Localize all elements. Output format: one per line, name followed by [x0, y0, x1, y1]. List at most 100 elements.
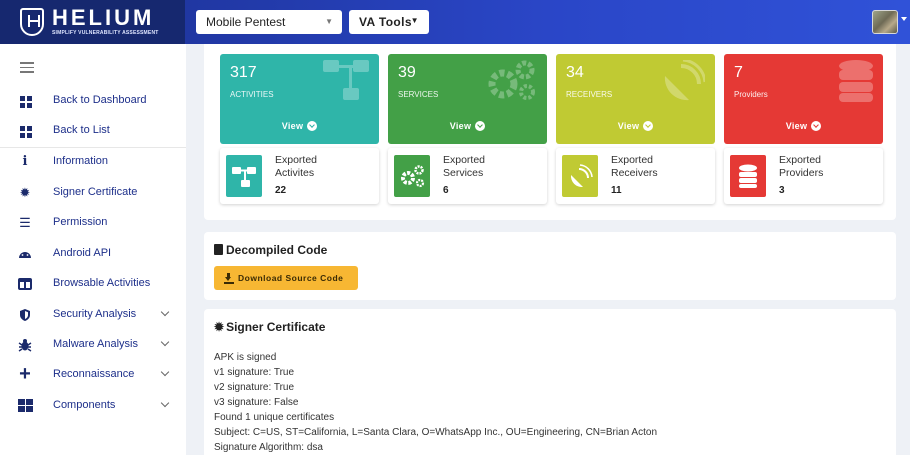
certificate-icon: ✹	[19, 185, 31, 200]
download-source-code-button[interactable]: Download Source Code	[214, 266, 358, 290]
sidebar-item-permission[interactable]: ☰ Permission	[0, 208, 186, 238]
hamburger-menu-icon[interactable]	[20, 62, 34, 76]
sidebar-item-browsable-activities[interactable]: Browsable Activities	[0, 269, 186, 299]
services-view-button[interactable]: View	[388, 121, 547, 131]
brand-logo[interactable]: HELIUM SIMPLIFY VULNERABILITY ASSESSMENT	[0, 0, 185, 44]
sidebar-item-label: Components	[53, 399, 116, 411]
brand-name: HELIUM	[52, 5, 155, 30]
activities-view-button[interactable]: View	[220, 121, 379, 131]
exported-kind: Services	[443, 167, 484, 179]
chevron-down-icon[interactable]	[160, 337, 170, 347]
database-icon	[839, 60, 873, 102]
caret-down-icon: ▼	[410, 16, 419, 25]
providers-caption: Providers	[734, 90, 768, 99]
sidebar-item-signer-certificate[interactable]: ✹ Signer Certificate	[0, 178, 186, 208]
exported-kind: Providers	[779, 167, 824, 179]
services-count: 39	[398, 64, 416, 81]
sidebar-item-label: Malware Analysis	[53, 338, 138, 350]
exported-label: Exported	[779, 154, 822, 166]
permission-list-icon: ☰	[19, 215, 31, 230]
exported-kind: Activites	[275, 167, 315, 179]
cert-line: Subject: C=US, ST=California, L=Santa Cl…	[214, 427, 658, 438]
chevron-down-icon[interactable]	[160, 398, 170, 408]
activities-stat-card: 317 ACTIVITIES View	[220, 54, 379, 144]
project-select[interactable]: Mobile Pentest ▼	[196, 10, 342, 34]
sidebar-item-components[interactable]: Components	[0, 391, 186, 421]
download-button-label: Download Source Code	[238, 273, 344, 283]
view-label: View	[785, 121, 808, 131]
exported-activities-text: Exported Activites	[275, 154, 317, 180]
chevron-circle-down-icon	[307, 121, 318, 131]
top-navbar: HELIUM SIMPLIFY VULNERABILITY ASSESSMENT…	[0, 0, 910, 44]
services-stat-card: 39 SERVICES View	[388, 54, 547, 144]
activities-caption: ACTIVITIES	[230, 90, 274, 99]
sidebar-item-label: Security Analysis	[53, 308, 137, 320]
decompiled-code-title: Decompiled Code	[226, 243, 328, 257]
exported-receivers-text: Exported Receivers	[611, 154, 658, 180]
providers-stat-card: 7 Providers View	[724, 54, 883, 144]
sidebar-item-label: Android API	[53, 247, 112, 259]
exported-activities-count: 22	[275, 185, 287, 196]
dashboard-icon	[18, 94, 32, 108]
chevron-down-icon[interactable]	[160, 367, 170, 377]
sidebar-item-label: Information	[53, 155, 109, 167]
signer-certificate-panel: ✹ Signer Certificate APK is signed v1 sig…	[204, 309, 896, 455]
sidebar-item-reconnaissance[interactable]: + Reconnaissance	[0, 360, 186, 390]
cert-line: APK is signed	[214, 352, 277, 363]
sidebar-item-back-to-dashboard[interactable]: Back to Dashboard	[0, 86, 186, 116]
sidebar-item-back-to-list[interactable]: Back to List	[0, 116, 186, 146]
code-file-icon	[214, 244, 223, 255]
view-label: View	[449, 121, 472, 131]
helium-shield-icon	[20, 8, 44, 36]
browser-window-icon	[18, 277, 32, 291]
exported-providers-card: Exported Providers 3	[724, 148, 883, 204]
exported-activities-card: Exported Activites 22	[220, 148, 379, 204]
sidebar-item-label: Back to List	[53, 124, 110, 136]
exported-label: Exported	[275, 154, 318, 166]
sidebar-item-security-analysis[interactable]: Security Analysis	[0, 300, 186, 330]
cert-line: v2 signature: True	[214, 382, 295, 393]
component-stats-panel: 317 ACTIVITIES View 39 SERVICES View 34 …	[204, 44, 896, 220]
exported-services-card: Exported Services 6	[388, 148, 547, 204]
providers-count: 7	[734, 64, 743, 81]
exported-services-text: Exported Services	[443, 154, 485, 180]
va-tools-button[interactable]: VA Tools ▼	[349, 10, 429, 34]
chevron-down-icon[interactable]	[160, 307, 170, 317]
exported-services-count: 6	[443, 185, 449, 196]
cert-line: Found 1 unique certificates	[214, 412, 335, 423]
cert-line: v1 signature: True	[214, 367, 295, 378]
services-caption: SERVICES	[398, 90, 439, 99]
chevron-circle-down-icon	[475, 121, 486, 131]
exported-kind: Receivers	[611, 167, 658, 179]
providers-view-button[interactable]: View	[724, 121, 883, 131]
decompiled-code-panel: Decompiled Code Download Source Code	[204, 232, 896, 300]
exported-label: Exported	[443, 154, 486, 166]
receivers-caption: RECEIVERS	[566, 90, 613, 99]
signer-certificate-heading: ✹ Signer Certificate	[214, 320, 325, 334]
shield-icon	[18, 308, 32, 322]
android-icon	[18, 247, 32, 261]
avatar-caret-icon[interactable]	[901, 17, 907, 21]
bug-icon	[18, 338, 32, 352]
exported-receivers-card: Exported Receivers 11	[556, 148, 715, 204]
database-icon	[730, 155, 766, 197]
user-avatar[interactable]	[872, 10, 898, 34]
sidebar-item-information[interactable]: i Information	[0, 147, 186, 177]
components-grid-icon	[18, 399, 33, 413]
sidebar-item-label: Permission	[53, 216, 108, 228]
sidebar-item-android-api[interactable]: Android API	[0, 239, 186, 269]
download-icon-base	[224, 282, 234, 284]
receivers-view-button[interactable]: View	[556, 121, 715, 131]
chevron-down-icon: ▼	[325, 17, 333, 26]
cogs-icon	[488, 60, 535, 100]
sidebar: Back to Dashboard Back to List i Informa…	[0, 44, 186, 455]
cert-line: v3 signature: False	[214, 397, 299, 408]
decompiled-code-heading: Decompiled Code	[214, 243, 327, 257]
sidebar-item-label: Reconnaissance	[53, 368, 135, 380]
sidebar-item-malware-analysis[interactable]: Malware Analysis	[0, 330, 186, 360]
sidebar-item-label: Signer Certificate	[53, 186, 138, 198]
info-icon: i	[22, 154, 28, 169]
va-tools-label: VA Tools	[359, 15, 412, 29]
view-label: View	[617, 121, 640, 131]
satellite-dish-icon	[664, 60, 705, 101]
